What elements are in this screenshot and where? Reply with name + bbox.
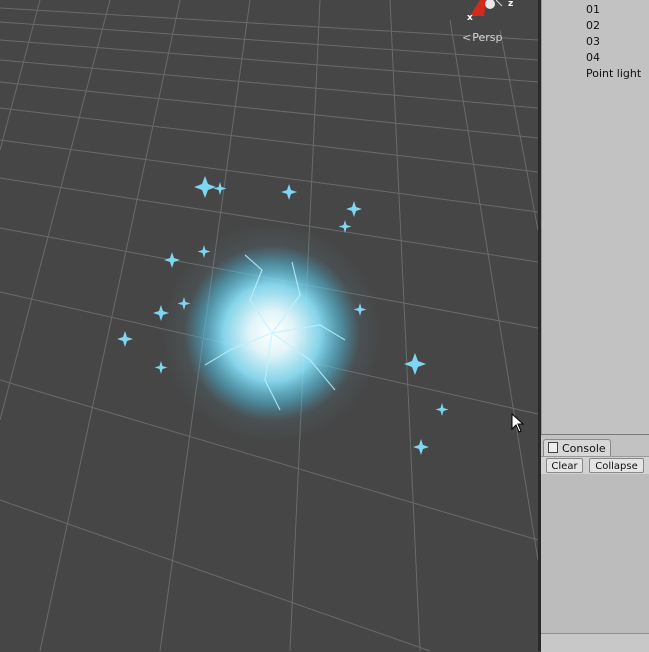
hierarchy-panel: 01 02 03 04 Point light — [541, 0, 649, 434]
hierarchy-item-04[interactable]: 04 — [586, 51, 600, 64]
console-panel: Console Clear Collapse — [541, 434, 649, 652]
gizmo-z-label: z — [508, 0, 513, 9]
console-tab-label: Console — [562, 442, 606, 455]
persp-chevron-icon: < — [462, 31, 472, 44]
projection-label: Persp — [472, 31, 503, 44]
console-status-bar — [541, 633, 649, 652]
console-tab-icon — [548, 442, 558, 453]
hierarchy-item-03[interactable]: 03 — [586, 35, 600, 48]
scene-grid-and-effect — [0, 0, 538, 651]
collapse-button[interactable]: Collapse — [589, 458, 644, 473]
tab-console[interactable]: Console — [543, 439, 611, 456]
gizmo-x-label: x — [467, 13, 473, 23]
clear-button[interactable]: Clear — [546, 458, 583, 473]
scene-view[interactable]: x z <Persp — [0, 0, 538, 651]
hierarchy-item-01[interactable]: 01 — [586, 3, 600, 16]
hierarchy-item-02[interactable]: 02 — [586, 19, 600, 32]
mouse-cursor-icon — [511, 413, 525, 433]
energy-orb-effect — [117, 176, 449, 455]
hierarchy-item-point-light[interactable]: Point light — [586, 67, 641, 80]
projection-toggle[interactable]: <Persp — [462, 31, 502, 44]
console-toolbar: Clear Collapse — [541, 456, 649, 475]
console-log-area[interactable] — [541, 474, 649, 634]
